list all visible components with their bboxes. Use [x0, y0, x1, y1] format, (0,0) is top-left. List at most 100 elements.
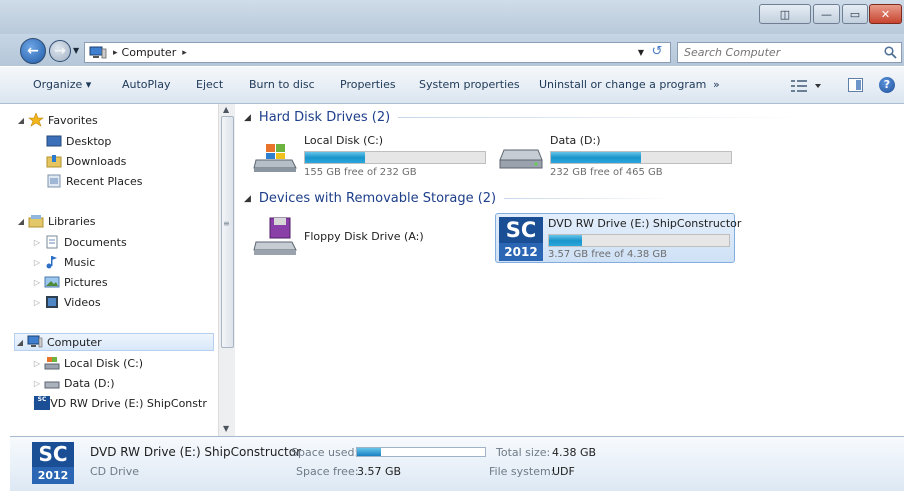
navigation-pane: ◢ Favorites Desktop Downloads Recent Pla…: [10, 104, 232, 436]
scroll-down-icon[interactable]: ▼: [223, 424, 229, 433]
group-header-label: Hard Disk Drives (2): [258, 110, 391, 125]
drive-usage-bar: [550, 151, 732, 164]
address-dropdown[interactable]: ▼: [638, 48, 644, 57]
floppy-drive-icon: [253, 217, 297, 255]
drive-free-space: 232 GB free of 465 GB: [550, 167, 663, 178]
nav-item-pictures[interactable]: ▷ Pictures: [32, 273, 108, 291]
hard-drive-icon: [499, 149, 543, 169]
group-header-hard-disk-drives[interactable]: ◢ Hard Disk Drives (2): [244, 110, 809, 125]
nav-item-label: Downloads: [66, 154, 127, 168]
drive-name: Local Disk (C:): [304, 134, 384, 147]
address-bar[interactable]: ▸ Computer ▸ ▼ ↺: [84, 42, 671, 63]
minimize-button[interactable]: —: [813, 4, 840, 24]
search-input[interactable]: [684, 46, 874, 59]
recent-places-icon: [47, 174, 61, 188]
group-header-removable-storage[interactable]: ◢ Devices with Removable Storage (2): [244, 191, 675, 206]
computer-icon: [27, 335, 43, 348]
expand-arrow-icon[interactable]: ▷: [32, 238, 42, 247]
details-usage-bar: [356, 447, 486, 457]
collapse-arrow-icon[interactable]: ◢: [16, 217, 26, 226]
shipconstructor-logo-icon: SC 2012: [32, 442, 74, 484]
libraries-icon: [28, 215, 44, 228]
expand-arrow-icon[interactable]: ▷: [32, 359, 42, 368]
star-icon: [28, 113, 44, 127]
nav-item-label: Recent Places: [66, 174, 143, 188]
file-system-label: File system:: [489, 465, 555, 478]
videos-icon: [46, 296, 58, 308]
collapse-arrow-icon[interactable]: ◢: [16, 116, 26, 125]
drive-tile-d[interactable]: Data (D:) 232 GB free of 465 GB: [498, 134, 738, 182]
maximize-button[interactable]: ▭: [842, 4, 868, 24]
search-icon[interactable]: [884, 46, 897, 59]
nav-item-videos[interactable]: ▷ Videos: [32, 293, 101, 311]
drive-usage-bar: [304, 151, 486, 164]
refresh-icon[interactable]: ↺: [648, 44, 666, 61]
expand-arrow-icon[interactable]: ▷: [32, 298, 42, 307]
help-icon[interactable]: ?: [879, 77, 895, 93]
group-header-label: Devices with Removable Storage (2): [258, 191, 497, 206]
nav-computer[interactable]: ◢ Computer: [14, 333, 214, 351]
window-title-bar: ◫ — ▭ ✕: [0, 0, 904, 34]
drive-usage-fill: [305, 152, 365, 163]
nav-item-label: Local Disk (C:): [64, 356, 144, 370]
recent-pages-dropdown[interactable]: ▼: [73, 46, 79, 55]
collapse-arrow-icon[interactable]: ◢: [244, 194, 251, 204]
breadcrumb-separator[interactable]: ▸: [182, 48, 187, 58]
restore-button[interactable]: ◫: [759, 4, 811, 24]
forward-button[interactable]: →: [49, 40, 71, 62]
nav-item-desktop[interactable]: Desktop: [44, 132, 111, 150]
drive-name: Floppy Disk Drive (A:): [304, 230, 424, 243]
more-commands-button[interactable]: »: [713, 78, 720, 91]
scrollbar-thumb[interactable]: [221, 116, 234, 348]
nav-item-local-disk-c[interactable]: ▷ Local Disk (C:): [32, 354, 143, 372]
drive-free-space: 155 GB free of 232 GB: [304, 167, 417, 178]
details-pane: SC 2012 DVD RW Drive (E:) ShipConstructo…: [10, 436, 904, 491]
nav-item-label: Music: [64, 255, 96, 269]
collapse-arrow-icon[interactable]: ◢: [244, 113, 251, 123]
expand-arrow-icon[interactable]: ▷: [32, 379, 42, 388]
nav-item-recent-places[interactable]: Recent Places: [44, 172, 143, 190]
properties-button[interactable]: Properties: [340, 78, 396, 91]
search-box[interactable]: [677, 42, 902, 63]
nav-item-music[interactable]: ▷ Music: [32, 253, 95, 271]
nav-item-documents[interactable]: ▷ Documents: [32, 233, 127, 251]
breadcrumb-separator[interactable]: ▸: [113, 48, 118, 58]
preview-pane-icon[interactable]: [848, 78, 863, 92]
nav-item-dvd-e[interactable]: ▷ SC DVD RW Drive (E:) ShipConstr: [32, 394, 207, 412]
shipconstructor-logo-icon: SC 2012: [499, 217, 543, 261]
close-button[interactable]: ✕: [869, 4, 902, 24]
nav-item-label: DVD RW Drive (E:) ShipConstr: [42, 396, 207, 410]
expand-arrow-icon[interactable]: ▷: [32, 258, 42, 267]
drive-usage-bar: [548, 234, 730, 247]
nav-item-downloads[interactable]: Downloads: [44, 152, 126, 170]
nav-item-data-d[interactable]: ▷ Data (D:): [32, 374, 115, 392]
total-size-value: 4.38 GB: [552, 446, 597, 459]
views-icon[interactable]: [790, 78, 822, 94]
computer-icon: [89, 46, 107, 59]
nav-item-label: Desktop: [66, 134, 112, 148]
system-drive-icon: [253, 144, 297, 172]
navigation-scrollbar[interactable]: ▲ ≡ ▼: [218, 104, 235, 436]
system-drive-icon: [44, 357, 60, 370]
eject-button[interactable]: Eject: [196, 78, 223, 91]
scroll-grip-icon: ≡: [223, 219, 230, 228]
drive-usage-fill: [549, 235, 583, 246]
collapse-arrow-icon[interactable]: ◢: [15, 338, 25, 347]
nav-item-label: Documents: [64, 235, 127, 249]
scroll-up-icon[interactable]: ▲: [223, 105, 229, 114]
burn-to-disc-button[interactable]: Burn to disc: [249, 78, 315, 91]
nav-computer-label: Computer: [47, 335, 102, 349]
expand-arrow-icon[interactable]: ▷: [32, 278, 42, 287]
nav-favorites[interactable]: ◢ Favorites: [16, 111, 98, 129]
nav-libraries[interactable]: ◢ Libraries: [16, 212, 96, 230]
nav-libraries-label: Libraries: [48, 214, 96, 228]
drive-tile-e[interactable]: SC 2012 DVD RW Drive (E:) ShipConstructo…: [495, 213, 741, 263]
breadcrumb-computer[interactable]: Computer: [122, 46, 177, 59]
organize-button[interactable]: Organize ▾: [33, 78, 91, 91]
back-button[interactable]: ←: [20, 38, 46, 64]
drive-tile-a[interactable]: Floppy Disk Drive (A:): [252, 214, 472, 262]
uninstall-program-button[interactable]: Uninstall or change a program: [539, 78, 706, 91]
autoplay-button[interactable]: AutoPlay: [122, 78, 170, 91]
drive-tile-c[interactable]: Local Disk (C:) 155 GB free of 232 GB: [252, 134, 492, 182]
system-properties-button[interactable]: System properties: [419, 78, 520, 91]
